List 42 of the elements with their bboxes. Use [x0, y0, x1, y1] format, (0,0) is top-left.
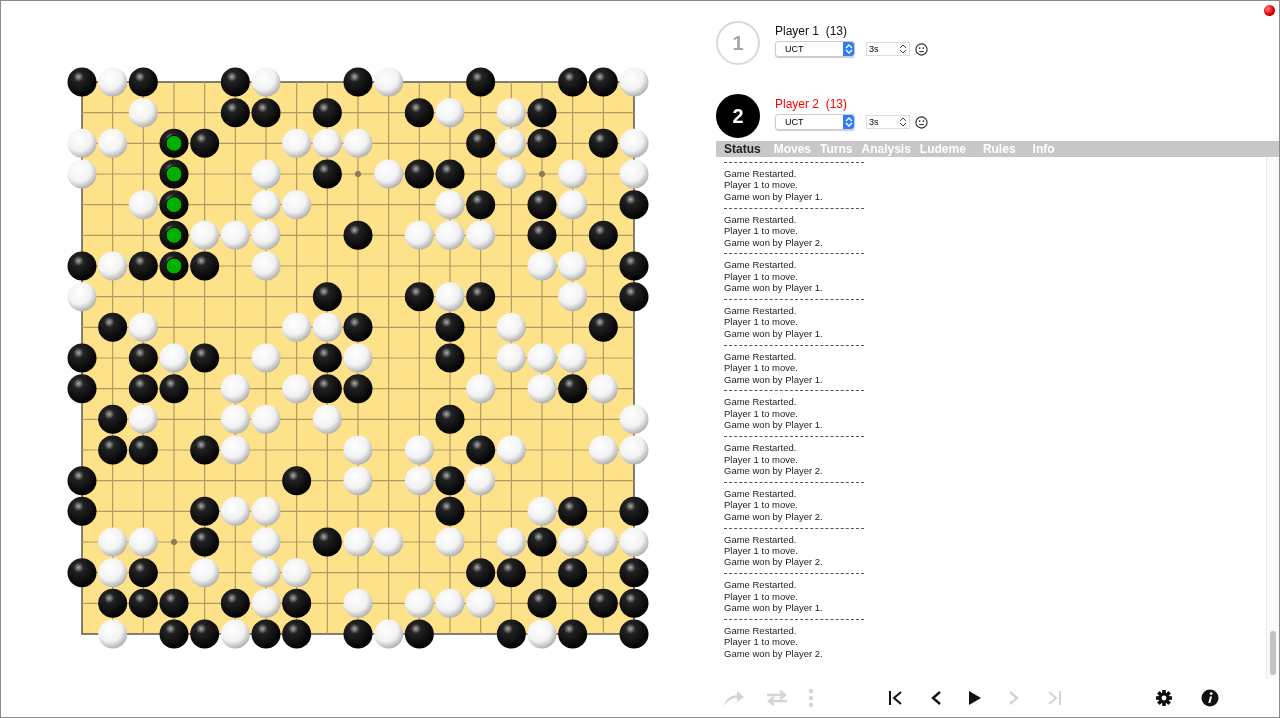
status-message: Game won by Player 1. [724, 419, 824, 431]
agent-select[interactable]: UCT [775, 41, 855, 57]
status-message: Game won by Player 1. [724, 190, 824, 203]
status-message: Game won by Player 1. [724, 327, 824, 340]
player-number-disc: 1 [716, 21, 760, 65]
status-message: Game Restarted. [724, 168, 798, 180]
player-number-disc: 2 [716, 94, 760, 138]
status-message: Game Restarted. [724, 487, 798, 500]
status-message: Game Restarted. [724, 396, 798, 408]
status-message: Player 1 to move. [724, 590, 799, 602]
status-message: Game Restarted. [724, 442, 798, 454]
status-message: Player 1 to move. [724, 407, 799, 420]
status-message: Game won by Player 1. [724, 602, 824, 614]
status-message: Game won by Player 2. [724, 236, 824, 248]
player-name: Player 2 (13) [775, 97, 849, 111]
status-message: Game Restarted. [724, 533, 798, 545]
status-message: Player 1 to move. [724, 179, 799, 191]
status-message: Game won by Player 2. [724, 464, 824, 477]
status-message: Player 1 to move. [724, 636, 799, 648]
status-message: Player 1 to move. [724, 362, 799, 374]
time-spinner[interactable]: 3s [866, 42, 910, 56]
status-message: Game won by Player 2. [724, 510, 824, 523]
status-message: Game won by Player 1. [724, 282, 824, 294]
status-message: Game won by Player 1. [724, 373, 824, 385]
status-message: Player 1 to move. [724, 499, 799, 511]
status-message: Game Restarted. [724, 624, 798, 637]
agent-select[interactable]: UCT [775, 114, 855, 130]
status-message: Game Restarted. [724, 213, 798, 226]
status-message: Game Restarted. [724, 350, 798, 363]
tab[interactable]: Status [718, 141, 764, 157]
time-spinner[interactable]: 3s [866, 115, 910, 129]
status-message: Game Restarted. [724, 259, 798, 271]
status-message: Player 1 to move. [724, 316, 799, 328]
status-message: Game Restarted. [724, 579, 798, 591]
player-name: Player 1 (13) [775, 24, 849, 38]
status-message: Game won by Player 2. [724, 647, 824, 660]
status-message: Player 1 to move. [724, 225, 799, 237]
status-message: Player 1 to move. [724, 544, 799, 557]
status-message: Game Restarted. [724, 305, 798, 317]
status-message: Player 1 to move. [724, 270, 799, 283]
status-message: Game won by Player 2. [724, 556, 824, 568]
status-message: Player 1 to move. [724, 453, 799, 465]
